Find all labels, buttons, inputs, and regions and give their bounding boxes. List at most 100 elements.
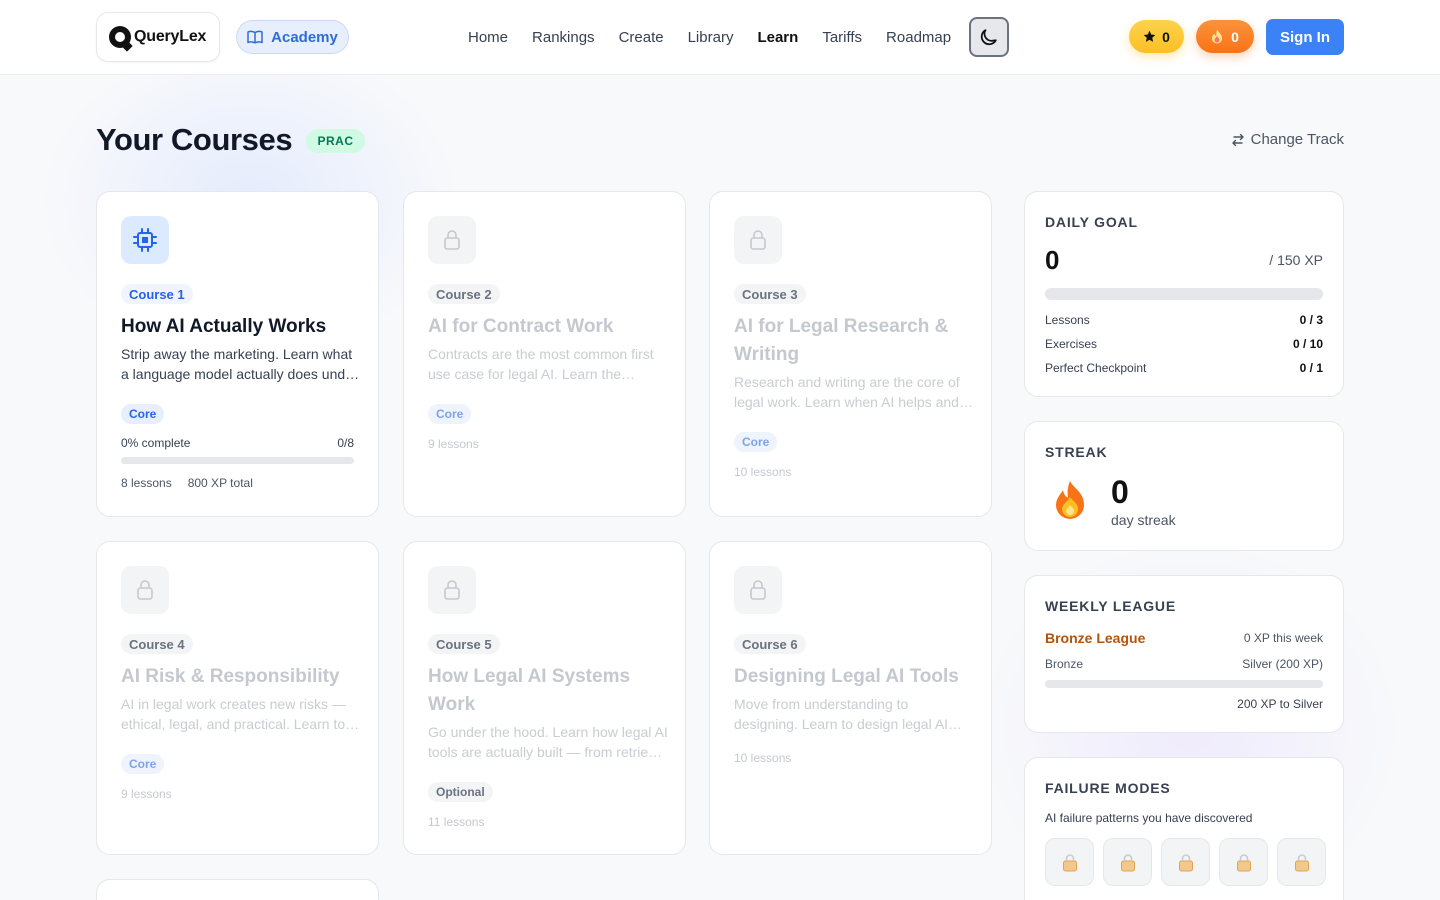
lock-icon xyxy=(750,580,766,600)
course-description: Move from understanding to designing. Le… xyxy=(734,696,949,732)
course-card-7[interactable] xyxy=(96,879,379,900)
theme-toggle-button[interactable] xyxy=(969,17,1009,57)
page-title: Your Courses xyxy=(96,122,293,157)
top-header: QueryLex Academy Home Rankings Create Li… xyxy=(0,0,1440,75)
course-card-5[interactable]: Course 5 How Legal AI Systems Work Go un… xyxy=(403,541,686,855)
course-description: Go under the hood. Learn how legal AI to… xyxy=(428,724,668,760)
lock-icon xyxy=(1178,853,1193,871)
lock-icon xyxy=(750,230,766,250)
course-number-tag: Course 3 xyxy=(734,284,806,304)
nav-learn[interactable]: Learn xyxy=(745,29,810,46)
course-card-3[interactable]: Course 3 AI for Legal Research & Writing… xyxy=(709,191,992,517)
lock-icon xyxy=(1062,853,1077,871)
league-current-tier: Bronze xyxy=(1045,657,1084,671)
weekly-league-card: WEEKLY LEAGUE Bronze League 0 XP this we… xyxy=(1024,575,1344,733)
change-track-button[interactable]: Change Track xyxy=(1231,131,1344,148)
lessons-count: 10 lessons xyxy=(734,751,792,765)
goal-row-label: Lessons xyxy=(1045,313,1090,327)
lessons-count: 8 lessons xyxy=(121,476,172,490)
course-meta: 8 lessons 800 XP total xyxy=(121,476,253,490)
course-icon-box xyxy=(121,216,169,264)
lock-icon xyxy=(1236,853,1251,871)
academy-button[interactable]: Academy xyxy=(236,20,349,54)
course-type-tag: Core xyxy=(121,404,165,424)
course-type-tag: Core xyxy=(734,432,778,452)
goal-row-value: 0 / 1 xyxy=(1299,361,1323,375)
progress-count: 0/8 xyxy=(337,436,354,450)
course-type-tag: Core xyxy=(428,404,472,424)
daily-goal-card: DAILY GOAL 0 / 150 XP Lessons 0 / 3 Exer… xyxy=(1024,191,1344,397)
course-card-6[interactable]: Course 6 Designing Legal AI Tools Move f… xyxy=(709,541,992,855)
flame-icon xyxy=(1056,481,1084,519)
course-title: AI for Contract Work xyxy=(428,316,614,337)
querylex-logo-mark xyxy=(109,26,131,48)
course-icon-box xyxy=(428,216,476,264)
course-number-tag: Course 1 xyxy=(121,284,193,304)
streak-heading: STREAK xyxy=(1045,444,1108,460)
course-number-tag: Course 6 xyxy=(734,634,806,654)
course-description: Contracts are the most common first use … xyxy=(428,346,654,382)
lessons-count: 9 lessons xyxy=(121,787,172,801)
course-icon-box xyxy=(428,566,476,614)
xp-total: 800 XP total xyxy=(187,476,253,490)
goal-row-label: Exercises xyxy=(1045,337,1098,351)
lock-icon xyxy=(1120,853,1135,871)
daily-goal-target: / 150 XP xyxy=(1269,252,1323,268)
nav-roadmap[interactable]: Roadmap xyxy=(874,29,963,46)
failure-mode-slot[interactable] xyxy=(1045,838,1094,886)
goal-row-label: Perfect Checkpoint xyxy=(1045,361,1147,375)
failure-modes-heading: FAILURE MODES xyxy=(1045,780,1171,796)
book-icon xyxy=(247,30,263,44)
xp-count: 0 xyxy=(1162,28,1170,45)
course-number-tag: Course 4 xyxy=(121,634,193,654)
lessons-count: 11 lessons xyxy=(428,815,485,829)
failure-modes-card: FAILURE MODES AI failure patterns you ha… xyxy=(1024,757,1344,900)
league-heading: WEEKLY LEAGUE xyxy=(1045,598,1176,614)
course-icon-box xyxy=(121,566,169,614)
main-nav: Home Rankings Create Library Learn Tarif… xyxy=(456,0,963,75)
nav-rankings[interactable]: Rankings xyxy=(520,29,607,46)
daily-goal-value: 0 xyxy=(1045,245,1060,275)
course-title: Designing Legal AI Tools xyxy=(734,666,959,687)
failure-mode-slot[interactable] xyxy=(1161,838,1210,886)
xp-counter[interactable]: 0 xyxy=(1129,20,1184,53)
league-name[interactable]: Bronze League xyxy=(1045,630,1145,646)
lessons-count: 9 lessons xyxy=(428,437,479,451)
course-card-4[interactable]: Course 4 AI Risk & Responsibility AI in … xyxy=(96,541,379,855)
lessons-count: 10 lessons xyxy=(734,465,792,479)
goal-row-exercises: Exercises 0 / 10 xyxy=(1045,337,1323,351)
progress-label: 0% complete xyxy=(121,436,191,450)
lock-icon xyxy=(444,230,460,250)
sign-in-button[interactable]: Sign In xyxy=(1266,19,1344,55)
star-icon xyxy=(1143,30,1156,42)
streak-label: day streak xyxy=(1111,512,1176,528)
course-card-2[interactable]: Course 2 AI for Contract Work Contracts … xyxy=(403,191,686,517)
failure-mode-slot[interactable] xyxy=(1219,838,1268,886)
nav-home[interactable]: Home xyxy=(456,29,520,46)
league-xp-this-week: 0 XP this week xyxy=(1243,631,1323,645)
querylex-logo[interactable]: QueryLex xyxy=(96,12,220,62)
nav-tariffs[interactable]: Tariffs xyxy=(810,29,874,46)
course-card-1[interactable]: Course 1 How AI Actually Works Strip awa… xyxy=(96,191,379,517)
streak-count: 0 xyxy=(1231,28,1239,45)
failure-modes-subtitle: AI failure patterns you have discovered xyxy=(1045,811,1253,825)
lock-icon xyxy=(444,580,460,600)
streak-counter[interactable]: 0 xyxy=(1196,20,1254,53)
nav-library[interactable]: Library xyxy=(676,29,746,46)
streak-value: 0 xyxy=(1111,474,1129,510)
course-description: Research and writing are the core of leg… xyxy=(734,374,960,410)
course-progress-row: 0% complete 0/8 xyxy=(121,436,354,450)
chip-icon xyxy=(133,228,157,252)
nav-create[interactable]: Create xyxy=(607,29,676,46)
swap-icon xyxy=(1231,133,1244,146)
failure-mode-slot[interactable] xyxy=(1103,838,1152,886)
league-next-tier: Silver (200 XP) xyxy=(1242,657,1323,671)
course-type-tag: Core xyxy=(121,754,165,774)
streak-card: STREAK 0 day streak xyxy=(1024,421,1344,551)
track-badge: PRAC xyxy=(306,129,365,153)
course-title: How Legal AI Systems Work xyxy=(428,666,631,715)
goal-row-value: 0 / 10 xyxy=(1292,337,1323,351)
failure-mode-slot[interactable] xyxy=(1277,838,1326,886)
daily-goal-bar xyxy=(1045,288,1323,300)
fire-icon xyxy=(1212,29,1223,44)
